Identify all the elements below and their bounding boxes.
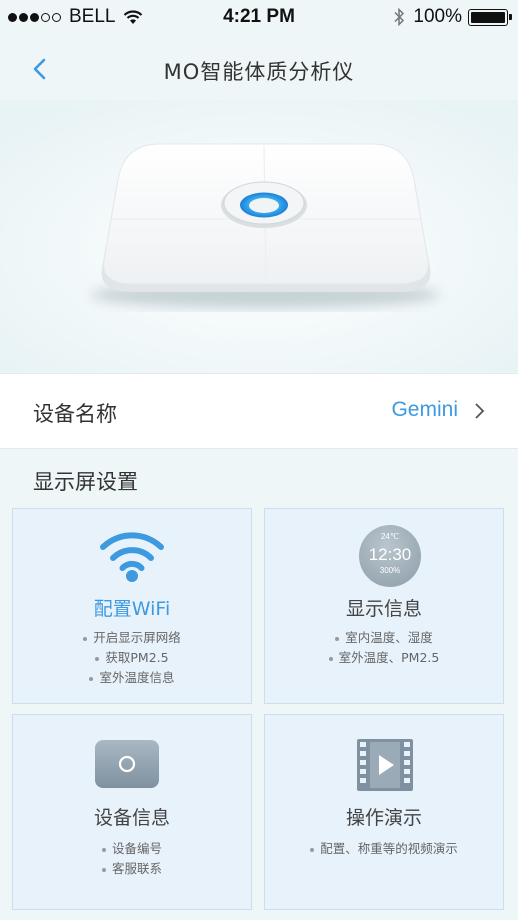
- scale-illustration: [0, 100, 518, 372]
- clock-display-icon: 24℃ 12:30 300%: [359, 525, 421, 587]
- display-info-card[interactable]: 24℃ 12:30 300% 显示信息 室内温度、湿度 室外温度、PM2.5: [264, 508, 504, 704]
- bluetooth-icon: [394, 8, 405, 26]
- status-bar: BELL 4:21 PM 100%: [0, 0, 518, 34]
- chevron-right-icon: [475, 403, 485, 419]
- card-lines: 室内温度、湿度 室外温度、PM2.5: [265, 628, 503, 668]
- device-info-card[interactable]: 设备信息 设备编号 客服联系: [12, 714, 252, 910]
- demo-video-card[interactable]: 操作演示 配置、称重等的视频演示: [264, 714, 504, 910]
- page-title: MO智能体质分析仪: [163, 60, 355, 84]
- card-lines: 设备编号 客服联系: [13, 839, 251, 879]
- card-title: 操作演示: [345, 807, 422, 829]
- battery-percent: 100%: [413, 6, 462, 27]
- battery-icon: [468, 8, 512, 26]
- card-title: 配置WiFi: [93, 598, 171, 620]
- wifi-icon: [100, 532, 164, 582]
- device-name-row[interactable]: 设备名称 Gemini: [0, 373, 518, 449]
- card-title: 设备信息: [93, 807, 170, 829]
- device-name-value: Gemini: [391, 398, 458, 421]
- nav-bar: MO智能体质分析仪: [0, 40, 518, 100]
- device-info-icon: [95, 740, 159, 788]
- card-lines: 开启显示屏网络 获取PM2.5 室外温度信息: [13, 628, 251, 688]
- section-title: 显示屏设置: [33, 470, 138, 494]
- wifi-config-card[interactable]: 配置WiFi 开启显示屏网络 获取PM2.5 室外温度信息: [12, 508, 252, 704]
- card-lines: 配置、称重等的视频演示: [265, 839, 503, 859]
- video-icon: [357, 739, 413, 791]
- status-right: 100%: [394, 6, 512, 28]
- scale-product-image: [0, 100, 518, 372]
- card-title: 显示信息: [345, 598, 422, 620]
- device-name-label: 设备名称: [33, 402, 117, 426]
